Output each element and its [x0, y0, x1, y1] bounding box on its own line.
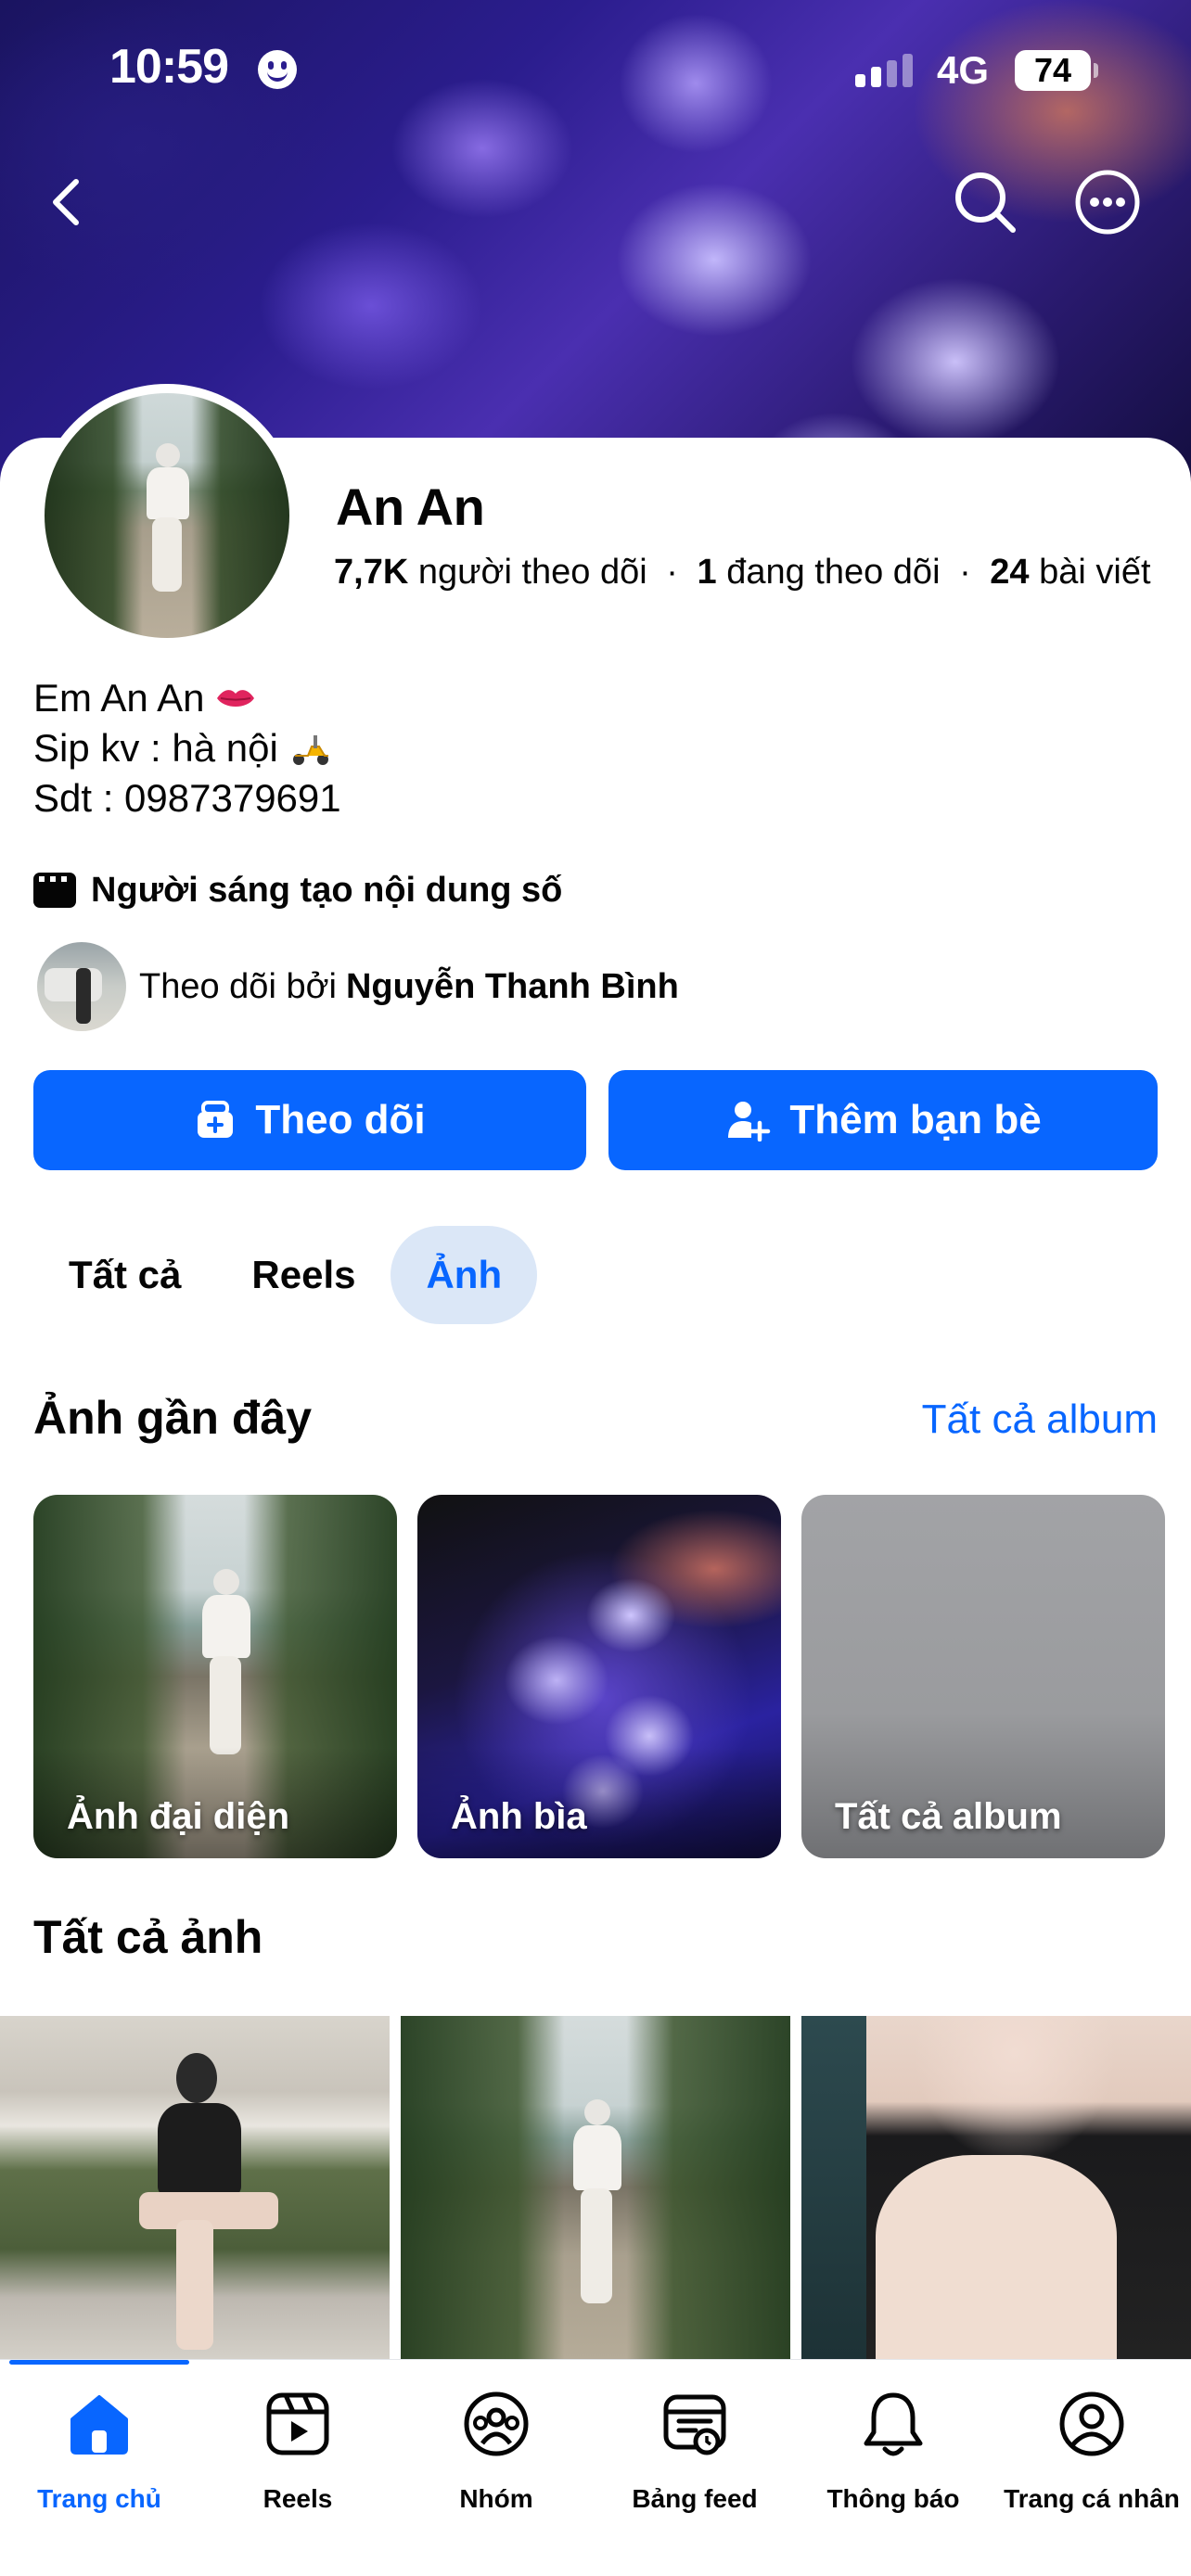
- nav-notifications[interactable]: Thông báo: [794, 2380, 992, 2519]
- add-friend-button-label: Thêm bạn bè: [789, 1097, 1042, 1142]
- nav-home[interactable]: Trang chủ: [0, 2380, 198, 2519]
- search-icon: [955, 172, 1016, 233]
- follow-icon: [198, 1101, 234, 1138]
- profile-avatar[interactable]: [45, 393, 289, 638]
- follow-button[interactable]: Theo dõi: [33, 1070, 586, 1170]
- album-label: Tất cả album: [835, 1796, 1062, 1837]
- profile-icon: [1059, 2391, 1124, 2456]
- nav-label: Bảng feed: [632, 2484, 758, 2513]
- home-icon: [70, 2395, 128, 2455]
- bio-line: Sdt : 0987379691: [33, 776, 341, 820]
- bio-line: Sip kv : hà nội: [33, 723, 341, 773]
- profile-tabs: Tất cả Reels Ảnh: [33, 1226, 538, 1324]
- feed-icon: [663, 2394, 726, 2455]
- profile-category: Người sáng tạo nội dung số: [33, 868, 562, 912]
- profile-name: An An: [336, 478, 485, 536]
- bottom-navigation: Trang chủ Reels Nhóm Bảng feed Thông báo…: [0, 2359, 1191, 2576]
- photo-thumbnail[interactable]: [401, 2016, 790, 2359]
- nav-label: Reels: [263, 2484, 333, 2513]
- nav-feed[interactable]: Bảng feed: [596, 2380, 794, 2519]
- photo-thumbnail[interactable]: [801, 2016, 1191, 2359]
- following-count[interactable]: 1: [697, 553, 716, 592]
- kiss-lips-icon: [217, 690, 255, 707]
- nav-label: Trang chủ: [37, 2484, 161, 2513]
- all-photos-title: Tất cả ảnh: [33, 1911, 263, 1963]
- album-label: Ảnh bìa: [451, 1796, 587, 1837]
- followers-count[interactable]: 7,7K: [334, 553, 408, 592]
- album-cover-photos[interactable]: Ảnh bìa: [417, 1495, 781, 1858]
- tab-all[interactable]: Tất cả: [33, 1226, 216, 1324]
- more-options-button[interactable]: [1072, 167, 1143, 237]
- nav-label: Thông báo: [826, 2484, 960, 2513]
- following-label[interactable]: đang theo dõi: [726, 553, 940, 592]
- album-all-albums[interactable]: Tất cả album: [801, 1495, 1165, 1858]
- nav-groups[interactable]: Nhóm: [397, 2380, 596, 2519]
- profile-stats: 7,7K người theo dõi · 1 đang theo dõi · …: [334, 553, 1151, 593]
- followers-label[interactable]: người theo dõi: [418, 553, 647, 592]
- profile-bio: Em An An Sip kv : hà nội Sdt : 098737969…: [33, 673, 341, 823]
- focus-smiley-icon: [258, 50, 297, 89]
- separator-dot: ·: [959, 553, 971, 592]
- signal-strength-icon: [855, 54, 920, 87]
- followed-by-prefix: Theo dõi bởi: [139, 966, 337, 1006]
- more-icon: [1075, 170, 1140, 235]
- network-type: 4G: [937, 48, 990, 92]
- posts-label: bài viết: [1039, 553, 1151, 592]
- tab-reels[interactable]: Reels: [216, 1226, 391, 1324]
- bell-icon: [864, 2392, 923, 2456]
- back-button[interactable]: [41, 174, 96, 230]
- nav-label: Nhóm: [459, 2484, 533, 2513]
- nav-label: Trang cá nhân: [1004, 2484, 1180, 2513]
- nav-reels[interactable]: Reels: [198, 2380, 397, 2519]
- chevron-left-icon: [53, 179, 79, 225]
- separator-dot: ·: [666, 553, 678, 592]
- add-friend-icon: [728, 1102, 771, 1141]
- photo-person: [571, 2099, 623, 2303]
- recent-photos-title: Ảnh gần đây: [33, 1392, 313, 1444]
- follow-button-label: Theo dõi: [255, 1097, 426, 1142]
- mutual-followed-by[interactable]: Theo dõi bởi Nguyễn Thanh Bình: [37, 942, 679, 1031]
- posts-count: 24: [990, 553, 1030, 592]
- followed-by-name[interactable]: Nguyễn Thanh Bình: [346, 967, 679, 1007]
- nav-profile[interactable]: Trang cá nhân: [992, 2380, 1191, 2519]
- follower-avatar[interactable]: [37, 942, 126, 1031]
- album-profile-pictures[interactable]: Ảnh đại diện: [33, 1495, 397, 1858]
- all-albums-link[interactable]: Tất cả album: [922, 1396, 1158, 1443]
- bio-line: Em An An: [33, 673, 341, 723]
- category-label: Người sáng tạo nội dung số: [91, 870, 563, 910]
- battery-indicator: 74: [1015, 50, 1098, 91]
- active-tab-indicator: [9, 2360, 189, 2365]
- reels-icon: [266, 2392, 329, 2455]
- status-bar: 10:59 4G 74: [0, 0, 1191, 139]
- add-friend-button[interactable]: Thêm bạn bè: [608, 1070, 1158, 1170]
- groups-icon: [464, 2391, 529, 2456]
- scooter-icon: [292, 735, 328, 765]
- search-button[interactable]: [950, 167, 1020, 237]
- avatar-person: [145, 443, 191, 592]
- photo-thumbnail[interactable]: [0, 2016, 390, 2359]
- status-time: 10:59: [109, 40, 229, 94]
- tab-photos[interactable]: Ảnh: [391, 1226, 538, 1324]
- album-person: [198, 1569, 254, 1754]
- clapperboard-icon: [33, 873, 76, 908]
- album-label: Ảnh đại diện: [67, 1796, 289, 1837]
- photo-person: [139, 2053, 278, 2350]
